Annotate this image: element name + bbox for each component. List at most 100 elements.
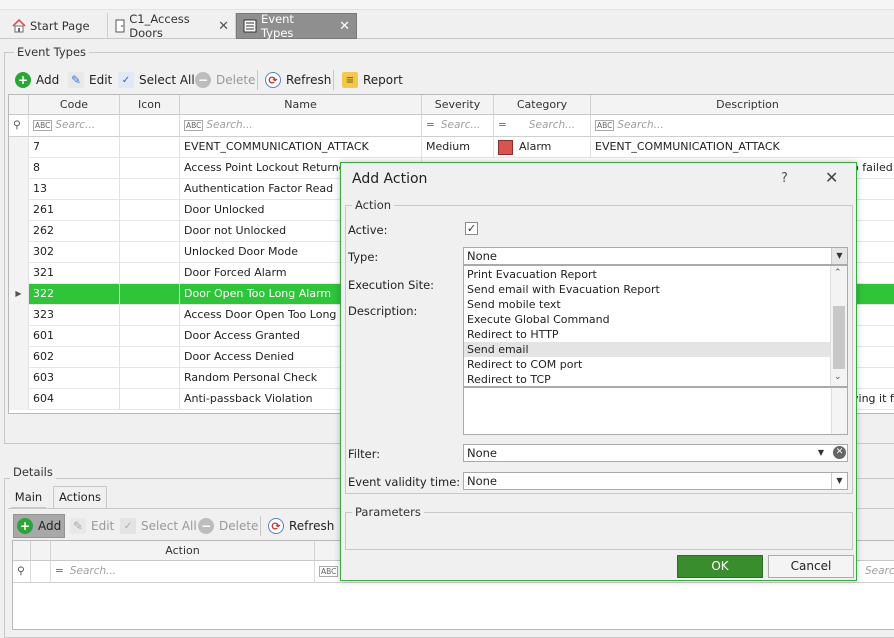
cell-code: 8 [29, 158, 120, 179]
help-icon[interactable]: ? [781, 171, 788, 186]
cell-code: 322 [29, 284, 120, 305]
event-list-icon [243, 19, 257, 33]
details-add-button[interactable]: + Add [17, 515, 61, 537]
parameters-group-title: Parameters [352, 505, 424, 519]
cell-code: 601 [29, 326, 120, 347]
type-option-execute-global-command[interactable]: Execute Global Command [467, 312, 610, 327]
event-validity-time-label: Event validity time: [348, 475, 461, 489]
pencil-icon: ✎ [68, 72, 84, 88]
details-edit-button[interactable]: ✎ Edit [70, 515, 114, 537]
column-header-category[interactable]: Category [494, 95, 591, 115]
clear-icon[interactable]: ✕ [833, 446, 846, 459]
pencil-icon: ✎ [70, 518, 86, 534]
filter-dropdown[interactable]: None ▼ ✕ [463, 444, 848, 462]
event-validity-time-dropdown[interactable]: None ▼ [463, 472, 848, 490]
type-option-redirect-to-http[interactable]: Redirect to HTTP [467, 327, 559, 342]
type-option-redirect-to-tcp[interactable]: Redirect to TCP [467, 372, 551, 387]
text-filter-icon: ABC [319, 566, 339, 577]
minus-icon: − [198, 518, 214, 534]
details-title: Details [10, 465, 56, 479]
filter-category-input[interactable]: = Search... [494, 115, 591, 137]
row-indicator [9, 326, 29, 347]
active-checkbox[interactable]: ✓ [465, 222, 478, 235]
filter-blank-cell [31, 561, 51, 583]
select-all-icon: ✓ [118, 72, 134, 88]
chevron-down-icon[interactable]: ▼ [831, 473, 847, 489]
filter-code-input[interactable]: ABC Searc... [29, 115, 120, 137]
filter-severity-input[interactable]: = Searc... [422, 115, 494, 137]
action-group-title: Action [352, 198, 395, 212]
chevron-down-icon[interactable]: ▼ [831, 248, 847, 264]
details-delete-button[interactable]: − Delete [198, 515, 258, 537]
text-filter-icon: ABC [33, 120, 53, 131]
table-row[interactable]: 7 EVENT_COMMUNICATION_ATTACK Medium Alar… [9, 137, 894, 158]
row-indicator [9, 389, 29, 410]
cell-icon [120, 137, 180, 158]
cell-code: 323 [29, 305, 120, 326]
column-header-name[interactable]: Name [180, 95, 422, 115]
delete-button[interactable]: − Delete [195, 69, 255, 91]
column-header-severity[interactable]: Severity [422, 95, 494, 115]
type-option-send-email[interactable]: Send email [467, 342, 529, 357]
type-option-send-mobile-text[interactable]: Send mobile text [467, 297, 561, 312]
column-header-action[interactable]: Action [51, 541, 315, 561]
row-indicator [9, 179, 29, 200]
tab-c1-access-doors[interactable]: C1_Access Doors ✕ [108, 12, 236, 40]
add-button[interactable]: + Add [15, 69, 59, 91]
home-icon [12, 19, 26, 33]
column-header-code[interactable]: Code [29, 95, 120, 115]
edit-button[interactable]: ✎ Edit [68, 69, 112, 91]
filter-description-input[interactable]: ABC Search... [591, 115, 894, 137]
cell-code: 261 [29, 200, 120, 221]
ok-button[interactable]: OK [677, 555, 763, 578]
row-focus-indicator-icon: ▶ [9, 284, 29, 305]
details-refresh-button[interactable]: ⟳ Refresh [268, 515, 334, 537]
type-options-list[interactable]: Print Evacuation Report Send email with … [463, 265, 848, 387]
cell-code: 321 [29, 263, 120, 284]
cell-code: 7 [29, 137, 120, 158]
select-all-button[interactable]: ✓ Select All [118, 69, 195, 91]
details-select-all-button[interactable]: ✓ Select All [120, 515, 197, 537]
cell-icon [120, 179, 180, 200]
plus-icon: + [15, 72, 31, 88]
cell-icon [120, 347, 180, 368]
options-scrollbar[interactable]: ⌃ ⌄ [830, 266, 847, 386]
scroll-thumb[interactable] [833, 306, 845, 369]
toolbar-separator [260, 516, 261, 536]
door-icon [114, 19, 125, 33]
tab-actions[interactable]: Actions [53, 486, 107, 509]
row-indicator [9, 347, 29, 368]
description-textarea[interactable] [463, 387, 848, 435]
row-indicator [9, 263, 29, 284]
cancel-button[interactable]: Cancel [768, 555, 854, 578]
tab-start-page[interactable]: Start Page [6, 13, 108, 39]
text-filter-icon: ABC [595, 120, 615, 131]
column-header-icon[interactable]: Icon [120, 95, 180, 115]
row-indicator [9, 242, 29, 263]
filter-action-input[interactable]: = Search... [51, 561, 315, 583]
cell-category: Alarm [494, 137, 591, 158]
filter-icon-cell[interactable] [120, 115, 180, 137]
tab-label: Event Types [261, 12, 294, 40]
tab-event-types[interactable]: Event Types ✕ [236, 12, 357, 40]
scroll-up-icon[interactable]: ⌃ [834, 268, 842, 278]
textarea-scrollbar[interactable] [831, 388, 847, 434]
refresh-icon: ⟳ [268, 518, 284, 534]
row-indicator [9, 368, 29, 389]
column-header-description[interactable]: Description [591, 95, 894, 115]
close-icon[interactable]: ✕ [339, 19, 350, 34]
filter-label: Filter: [348, 447, 381, 461]
filter-name-input[interactable]: ABC Search... [180, 115, 422, 137]
chevron-down-icon[interactable]: ▼ [813, 445, 829, 461]
dialog-close-button[interactable]: ✕ [825, 168, 838, 187]
close-icon[interactable]: ✕ [218, 19, 229, 34]
type-option-send-email-with-evacuation-report[interactable]: Send email with Evacuation Report [467, 282, 660, 297]
tab-main[interactable]: Main [11, 487, 46, 508]
type-dropdown[interactable]: None ▼ [463, 247, 848, 265]
report-button[interactable]: ≡ Report [342, 69, 403, 91]
refresh-button[interactable]: ⟳ Refresh [265, 69, 331, 91]
row-indicator-header [13, 541, 31, 561]
scroll-down-icon[interactable]: ⌄ [834, 372, 842, 382]
type-option-print-evacuation-report[interactable]: Print Evacuation Report [467, 267, 597, 282]
type-option-redirect-to-com-port[interactable]: Redirect to COM port [467, 357, 582, 372]
